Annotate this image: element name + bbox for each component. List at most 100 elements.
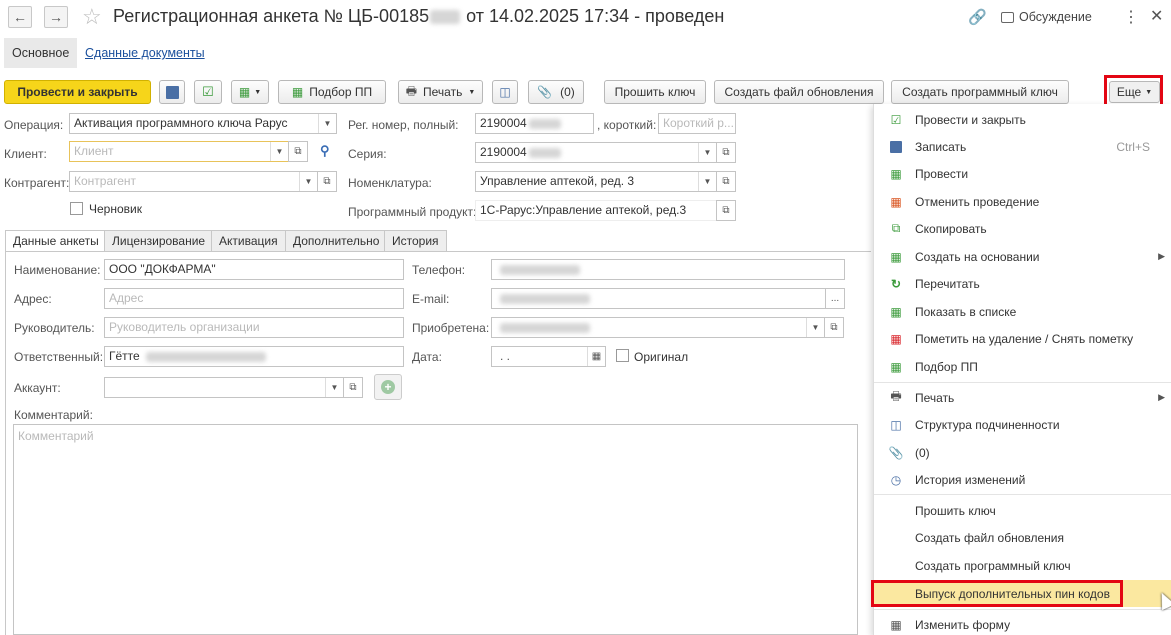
post-button[interactable]: ☑	[194, 80, 222, 104]
menu-item-create-key[interactable]: Создать программный ключ	[874, 552, 1171, 579]
chevron-down-icon[interactable]: ▼	[698, 143, 716, 162]
acquired-label: Приобретена:	[412, 321, 490, 335]
menu-separator	[874, 494, 1171, 495]
print-button[interactable]: 🖶 Печать ▼	[398, 80, 483, 104]
menu-item-unpost[interactable]: ▦ Отменить проведение	[874, 188, 1171, 215]
contractor-open-button[interactable]: ⧉	[317, 171, 337, 192]
chevron-down-icon[interactable]: ▼	[325, 378, 343, 397]
edit-form-icon: ▦	[890, 617, 902, 632]
pick-pp-button[interactable]: ▦ Подбор ПП	[278, 80, 386, 104]
draft-label: Черновик	[89, 202, 142, 216]
create-based-button[interactable]: ▦ ▼	[231, 80, 269, 104]
chevron-down-icon[interactable]: ▼	[806, 318, 824, 337]
operation-label: Операция:	[4, 118, 64, 132]
client-input[interactable]: Клиент ▼	[69, 141, 289, 162]
contractor-input[interactable]: Контрагент ▼	[69, 171, 318, 192]
date-input[interactable]: . . ▦	[491, 346, 606, 367]
product-field[interactable]: 1С-Рарус:Управление аптекой, ред.3	[475, 200, 717, 221]
menu-item-post[interactable]: ▦ Провести	[874, 160, 1171, 187]
search-icon[interactable]: ⚲	[320, 143, 330, 159]
arrow-right-icon: →	[49, 9, 63, 25]
create-based-icon: ▦	[890, 249, 902, 264]
menu-item-create-update[interactable]: Создать файл обновления	[874, 524, 1171, 551]
chevron-down-icon[interactable]: ▼	[299, 172, 317, 191]
address-input[interactable]: Адрес	[104, 288, 404, 309]
structure-button[interactable]: ◫	[492, 80, 518, 104]
add-account-button[interactable]: +	[374, 374, 402, 400]
reload-icon: ↻	[890, 276, 902, 291]
name-input[interactable]: ООО "ДОКФАРМА"	[104, 259, 404, 280]
menu-item-structure[interactable]: ◫ Структура подчиненности	[874, 411, 1171, 438]
link-icon[interactable]: 🔗	[968, 8, 987, 26]
menu-item-flash-key[interactable]: Прошить ключ	[874, 497, 1171, 524]
series-open-button[interactable]: ⧉	[716, 142, 736, 163]
address-label: Адрес:	[14, 292, 52, 306]
highlight-frame-pin-codes	[871, 580, 1123, 607]
chevron-down-icon[interactable]: ▼	[318, 114, 336, 133]
short-input[interactable]: Короткий р...	[658, 113, 736, 134]
tab-licensing[interactable]: Лицензирование	[104, 230, 214, 252]
calendar-icon[interactable]: ▦	[587, 347, 605, 366]
phone-input[interactable]	[491, 259, 845, 280]
nomenclature-select[interactable]: Управление аптекой, ред. 3 ▼	[475, 171, 717, 192]
structure-icon: ◫	[499, 85, 511, 99]
regnum-input[interactable]: 2190004	[475, 113, 594, 134]
series-select[interactable]: 2190004 ▼	[475, 142, 717, 163]
name-label: Наименование:	[14, 263, 101, 277]
menu-item-copy[interactable]: ⧉ Скопировать	[874, 215, 1171, 242]
print-icon: 🖶	[405, 83, 418, 98]
client-label: Клиент:	[4, 147, 47, 161]
nomenclature-open-button[interactable]: ⧉	[716, 171, 736, 192]
menu-item-save[interactable]: Записать Ctrl+S	[874, 133, 1171, 160]
menu-item-attachments[interactable]: 📎 (0)	[874, 439, 1171, 466]
menu-item-history[interactable]: ◷ История изменений	[874, 466, 1171, 493]
create-update-button[interactable]: Создать файл обновления	[714, 80, 884, 104]
tab-submitted-docs[interactable]: Сданные документы	[77, 38, 213, 68]
tab-data[interactable]: Данные анкеты	[5, 230, 107, 252]
tab-history[interactable]: История	[384, 230, 447, 252]
menu-item-print[interactable]: 🖶 Печать ▶	[874, 384, 1171, 411]
tab-additional[interactable]: Дополнительно	[285, 230, 388, 252]
menu-item-delete-mark[interactable]: ▦ Пометить на удаление / Снять пометку	[874, 325, 1171, 352]
favorite-star-icon[interactable]: ☆	[82, 4, 102, 30]
flash-key-button[interactable]: Прошить ключ	[604, 80, 706, 104]
menu-item-create-based[interactable]: ▦ Создать на основании ▶	[874, 243, 1171, 270]
menu-item-show-in-list[interactable]: ▦ Показать в списке	[874, 298, 1171, 325]
menu-item-post-close[interactable]: ☑ Провести и закрыть	[874, 106, 1171, 133]
menu-item-edit-form[interactable]: ▦ Изменить форму	[874, 611, 1171, 635]
post-close-button[interactable]: Провести и закрыть	[4, 80, 151, 104]
head-input[interactable]: Руководитель организации	[104, 317, 404, 338]
email-input[interactable]	[491, 288, 826, 309]
account-select[interactable]: ▼	[104, 377, 344, 398]
regnum-label: Рег. номер, полный:	[348, 118, 459, 132]
attachments-button[interactable]: 📎 (0)	[528, 80, 584, 104]
draft-checkbox[interactable]	[70, 202, 83, 215]
forward-button[interactable]: →	[44, 6, 68, 28]
menu-item-reload[interactable]: ↻ Перечитать	[874, 270, 1171, 297]
account-open-button[interactable]: ⧉	[343, 377, 363, 398]
client-open-button[interactable]: ⧉	[288, 141, 308, 162]
email-select-button[interactable]: ...	[825, 288, 845, 309]
more-actions-icon[interactable]: ⋮	[1123, 7, 1139, 27]
tab-activation[interactable]: Активация	[211, 230, 286, 252]
original-checkbox[interactable]	[616, 349, 629, 362]
back-button[interactable]: ←	[8, 6, 32, 28]
operation-select[interactable]: Активация программного ключа Рарус ▼	[69, 113, 337, 134]
tab-main[interactable]: Основное	[4, 38, 78, 68]
create-key-button[interactable]: Создать программный ключ	[891, 80, 1069, 104]
discussion-button[interactable]: Обсуждение	[1001, 10, 1092, 24]
menu-item-pick-pp[interactable]: ▦ Подбор ПП	[874, 353, 1171, 380]
chevron-down-icon[interactable]: ▼	[698, 172, 716, 191]
close-icon[interactable]: ✕	[1150, 6, 1163, 26]
acquired-open-button[interactable]: ⧉	[824, 317, 844, 338]
acquired-select[interactable]: ▼	[491, 317, 825, 338]
product-open-button[interactable]: ⧉	[716, 200, 736, 221]
chevron-down-icon[interactable]: ▼	[270, 142, 288, 161]
chat-icon	[1001, 11, 1014, 23]
responsible-label: Ответственный:	[14, 350, 104, 364]
save-button[interactable]	[159, 80, 185, 104]
comment-textarea[interactable]: Комментарий	[13, 424, 858, 635]
create-based-icon: ▦	[238, 85, 251, 99]
responsible-input[interactable]: Гётте	[104, 346, 404, 367]
pick-pp-icon: ▦	[291, 85, 304, 99]
